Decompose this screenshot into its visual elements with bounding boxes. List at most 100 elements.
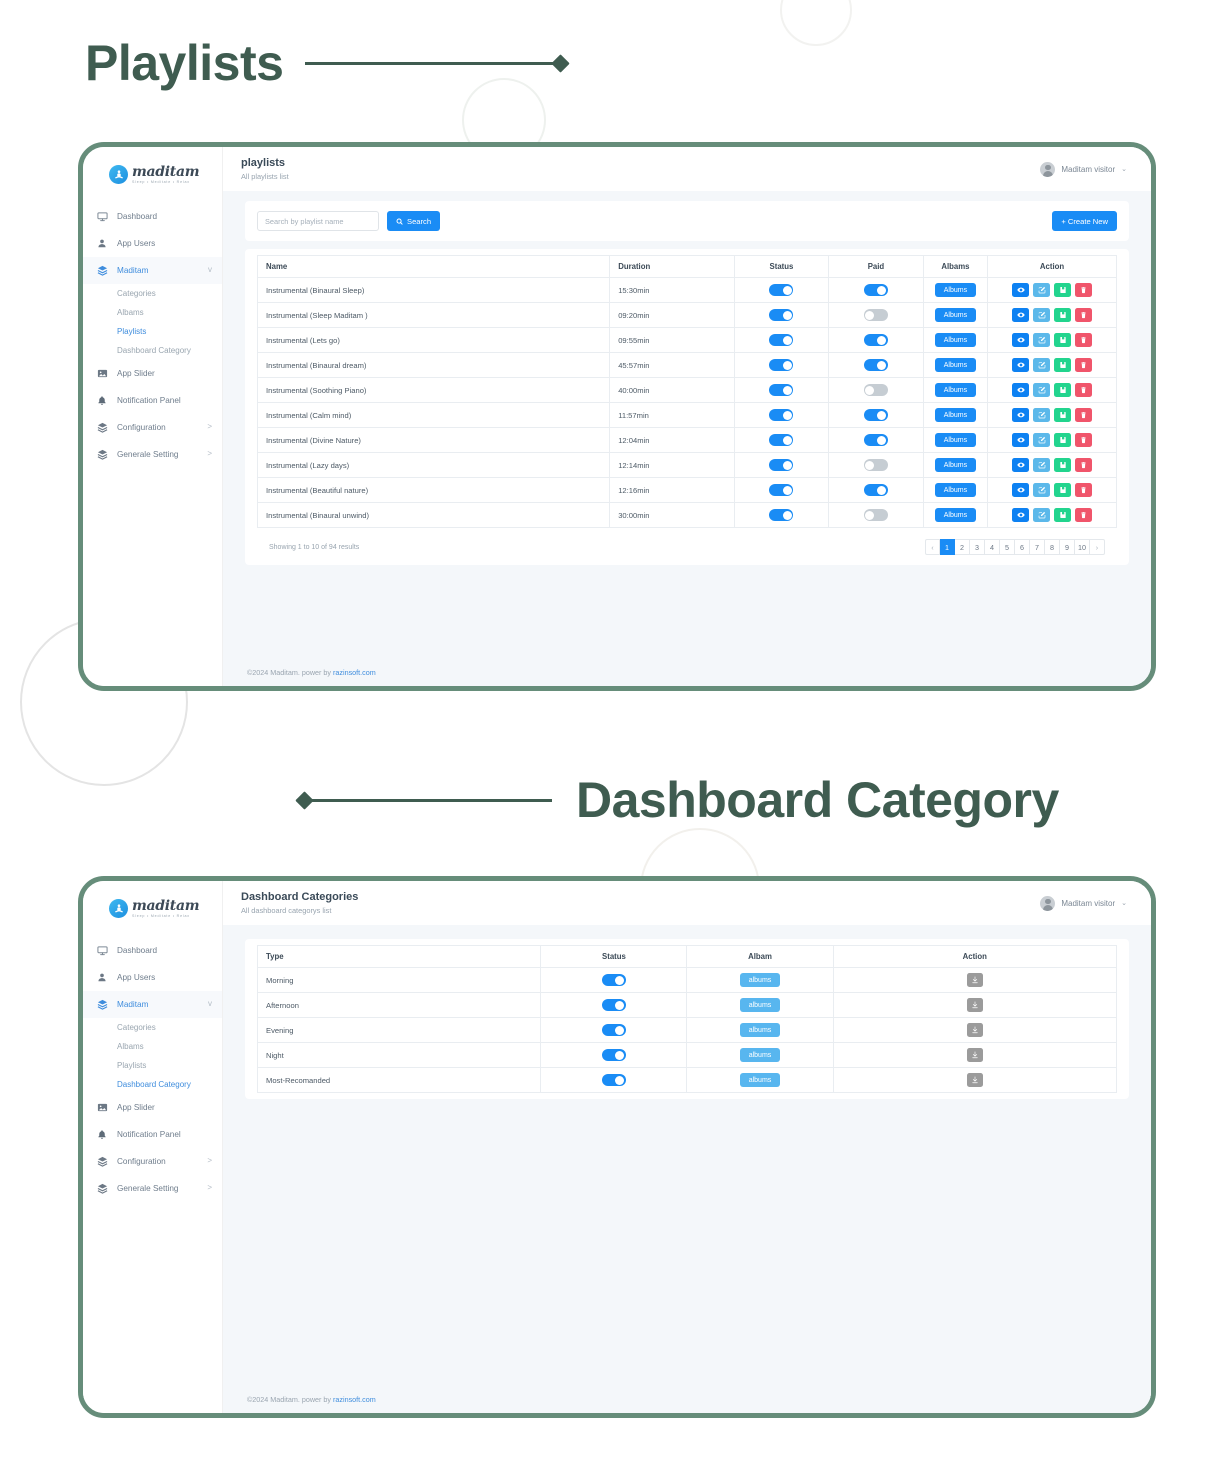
sidebar-item-dashboard[interactable]: Dashboard: [83, 937, 222, 964]
sidebar-item-generale-setting[interactable]: Generale Setting >: [83, 1175, 222, 1202]
albums-button[interactable]: Albums: [934, 333, 977, 347]
status-toggle[interactable]: [863, 409, 888, 421]
sidebar-item-playlists[interactable]: Playlists: [83, 1056, 222, 1075]
edit-button[interactable]: [1033, 283, 1051, 297]
pagination-prev[interactable]: ‹: [925, 539, 940, 555]
view-button[interactable]: [1012, 308, 1030, 322]
album-assign-button[interactable]: [1054, 508, 1072, 522]
create-new-button[interactable]: + Create New: [1052, 211, 1117, 231]
status-toggle[interactable]: [769, 334, 794, 346]
delete-button[interactable]: [1075, 508, 1093, 522]
edit-button[interactable]: [1033, 358, 1051, 372]
album-assign-button[interactable]: [1054, 458, 1072, 472]
pagination-page-7[interactable]: 7: [1030, 539, 1045, 555]
delete-button[interactable]: [1075, 433, 1093, 447]
status-toggle[interactable]: [769, 284, 794, 296]
status-toggle[interactable]: [601, 1049, 626, 1061]
pagination-page-2[interactable]: 2: [955, 539, 970, 555]
delete-button[interactable]: [1075, 308, 1093, 322]
status-toggle[interactable]: [601, 974, 626, 986]
status-toggle[interactable]: [863, 509, 888, 521]
albums-button[interactable]: Albums: [934, 283, 977, 297]
edit-button[interactable]: [1033, 433, 1051, 447]
footer-link[interactable]: razinsoft.com: [333, 668, 376, 677]
status-toggle[interactable]: [863, 334, 888, 346]
album-assign-button[interactable]: [1054, 333, 1072, 347]
status-toggle[interactable]: [601, 999, 626, 1011]
status-toggle[interactable]: [769, 384, 794, 396]
pagination-page-4[interactable]: 4: [985, 539, 1000, 555]
sidebar-item-app-slider[interactable]: App Slider: [83, 360, 222, 387]
sidebar-item-app-users[interactable]: App Users: [83, 230, 222, 257]
albums-button[interactable]: Albums: [934, 458, 977, 472]
sidebar-item-dashboard-category[interactable]: Dashboard Category: [83, 341, 222, 360]
pagination-page-3[interactable]: 3: [970, 539, 985, 555]
sidebar-item-albams[interactable]: Albams: [83, 303, 222, 322]
sidebar-item-generale-setting[interactable]: Generale Setting >: [83, 441, 222, 468]
pagination-page-10[interactable]: 10: [1075, 539, 1090, 555]
albums-button[interactable]: Albums: [934, 508, 977, 522]
delete-button[interactable]: [1075, 358, 1093, 372]
sidebar-item-app-slider[interactable]: App Slider: [83, 1094, 222, 1121]
download-button[interactable]: [966, 1073, 983, 1087]
view-button[interactable]: [1012, 433, 1030, 447]
status-toggle[interactable]: [863, 384, 888, 396]
albums-button[interactable]: albums: [739, 1073, 781, 1087]
pagination-page-8[interactable]: 8: [1045, 539, 1060, 555]
status-toggle[interactable]: [863, 459, 888, 471]
status-toggle[interactable]: [601, 1074, 626, 1086]
status-toggle[interactable]: [769, 509, 794, 521]
view-button[interactable]: [1012, 458, 1030, 472]
status-toggle[interactable]: [769, 434, 794, 446]
pagination-page-1[interactable]: 1: [940, 539, 955, 555]
sidebar-item-dashboard[interactable]: Dashboard: [83, 203, 222, 230]
edit-button[interactable]: [1033, 308, 1051, 322]
album-assign-button[interactable]: [1054, 408, 1072, 422]
edit-button[interactable]: [1033, 408, 1051, 422]
delete-button[interactable]: [1075, 383, 1093, 397]
download-button[interactable]: [966, 973, 983, 987]
album-assign-button[interactable]: [1054, 308, 1072, 322]
status-toggle[interactable]: [863, 434, 888, 446]
sidebar-item-configuration[interactable]: Configuration >: [83, 1148, 222, 1175]
pagination-page-5[interactable]: 5: [1000, 539, 1015, 555]
brand-logo[interactable]: maditam Sleep • Meditate • Relax: [83, 157, 222, 195]
delete-button[interactable]: [1075, 283, 1093, 297]
brand-logo[interactable]: maditam Sleep • Meditate • Relax: [83, 891, 222, 929]
status-toggle[interactable]: [769, 409, 794, 421]
album-assign-button[interactable]: [1054, 283, 1072, 297]
pagination-page-6[interactable]: 6: [1015, 539, 1030, 555]
delete-button[interactable]: [1075, 333, 1093, 347]
album-assign-button[interactable]: [1054, 358, 1072, 372]
albums-button[interactable]: Albums: [934, 383, 977, 397]
view-button[interactable]: [1012, 483, 1030, 497]
sidebar-item-categories[interactable]: Categories: [83, 284, 222, 303]
edit-button[interactable]: [1033, 458, 1051, 472]
view-button[interactable]: [1012, 358, 1030, 372]
sidebar-item-dashboard-category[interactable]: Dashboard Category: [83, 1075, 222, 1094]
albums-button[interactable]: Albums: [934, 433, 977, 447]
albums-button[interactable]: albums: [739, 973, 781, 987]
status-toggle[interactable]: [769, 309, 794, 321]
user-menu[interactable]: Maditam visitor ⌄: [1040, 161, 1127, 177]
view-button[interactable]: [1012, 333, 1030, 347]
album-assign-button[interactable]: [1054, 483, 1072, 497]
albums-button[interactable]: Albums: [934, 358, 977, 372]
delete-button[interactable]: [1075, 408, 1093, 422]
status-toggle[interactable]: [863, 484, 888, 496]
sidebar-item-categories[interactable]: Categories: [83, 1018, 222, 1037]
albums-button[interactable]: albums: [739, 998, 781, 1012]
albums-button[interactable]: Albums: [934, 408, 977, 422]
sidebar-item-playlists[interactable]: Playlists: [83, 322, 222, 341]
sidebar-item-notification-panel[interactable]: Notification Panel: [83, 1121, 222, 1148]
edit-button[interactable]: [1033, 483, 1051, 497]
pagination-page-9[interactable]: 9: [1060, 539, 1075, 555]
status-toggle[interactable]: [769, 359, 794, 371]
sidebar-item-maditam[interactable]: Maditam v: [83, 256, 222, 284]
album-assign-button[interactable]: [1054, 383, 1072, 397]
delete-button[interactable]: [1075, 458, 1093, 472]
edit-button[interactable]: [1033, 383, 1051, 397]
sidebar-item-app-users[interactable]: App Users: [83, 964, 222, 991]
albums-button[interactable]: albums: [739, 1048, 781, 1062]
view-button[interactable]: [1012, 408, 1030, 422]
